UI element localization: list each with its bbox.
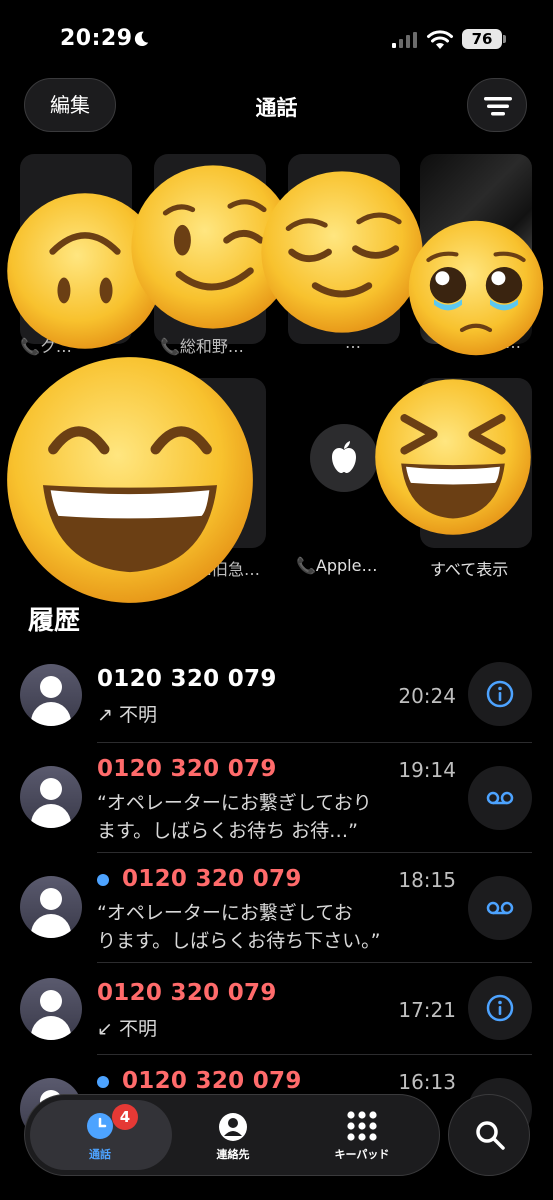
person-circle-icon — [219, 1113, 247, 1141]
missed-calls-badge: 4 — [112, 1104, 138, 1130]
row-divider — [97, 962, 532, 963]
moon-icon — [134, 31, 149, 47]
unread-dot — [97, 874, 109, 886]
call-number: 0120 320 079 — [97, 756, 277, 782]
call-time: 19:14 — [398, 758, 456, 782]
info-button[interactable] — [468, 976, 532, 1040]
history-title: 履歴 — [28, 606, 81, 636]
info-icon — [486, 994, 514, 1022]
call-number: 0120 320 079 — [97, 980, 277, 1006]
tab-keypad[interactable]: キーパッド — [322, 1146, 402, 1162]
grinning-squinting-face-emoji — [7, 357, 253, 603]
call-number: 0120 320 079 — [122, 866, 302, 892]
signal-icon — [392, 32, 417, 48]
call-row[interactable]: 0120 320 079 18:15 “オペレーターにお繋ぎしてお ります。しば… — [0, 862, 553, 962]
filter-menu-icon — [484, 97, 512, 116]
call-time: 16:13 — [398, 1070, 456, 1094]
phone-icon: 📞 — [296, 556, 316, 575]
voicemail-button[interactable] — [468, 876, 532, 940]
battery-tip — [503, 35, 506, 43]
keypad-icon — [347, 1111, 377, 1141]
wifi-icon — [427, 30, 453, 49]
call-row[interactable]: 0120 320 079 ↗ 不明 20:24 — [0, 660, 553, 740]
call-row[interactable]: 0120 320 079 19:14 “オペレーターにお繋ぎしており ます。しば… — [0, 752, 553, 852]
call-time: 18:15 — [398, 868, 456, 892]
battery-icon: 76 — [462, 29, 502, 49]
call-time: 17:21 — [398, 998, 456, 1022]
filter-menu-button[interactable] — [467, 78, 527, 132]
call-number: 0120 320 079 — [97, 666, 277, 692]
relieved-face-emoji — [261, 171, 423, 333]
call-time: 20:24 — [398, 684, 456, 708]
incoming-arrow-icon: ↙ — [97, 1018, 119, 1040]
voicemail-button[interactable] — [468, 766, 532, 830]
tab-calls[interactable]: 通話 — [60, 1146, 140, 1162]
avatar — [20, 978, 82, 1040]
call-row[interactable]: 0120 320 079 ↙ 不明 17:21 — [0, 972, 553, 1052]
avatar — [20, 664, 82, 726]
voicemail-transcript-line1: “オペレーターにお繋ぎしてお — [97, 902, 353, 924]
status-time: 20:29 — [60, 26, 133, 51]
favorite-label-apple: 📞Apple… — [296, 556, 378, 575]
voicemail-icon — [486, 791, 514, 805]
pleading-face-emoji — [408, 220, 544, 356]
avatar — [20, 876, 82, 938]
apple-logo-icon — [332, 441, 356, 473]
outgoing-arrow-icon: ↗ — [97, 704, 119, 726]
search-icon — [476, 1121, 505, 1150]
row-divider — [97, 852, 532, 853]
row-divider — [97, 742, 532, 743]
favorite-apple-avatar[interactable] — [310, 424, 378, 492]
voicemail-transcript-line1: “オペレーターにお繋ぎしており — [97, 792, 372, 814]
status-bar: 20:29 76 — [0, 26, 553, 58]
voicemail-transcript-line2: ります。しばらくお待ち下さい。” — [97, 930, 381, 952]
call-number: 0120 320 079 — [122, 1068, 302, 1094]
row-divider — [97, 1054, 532, 1055]
show-all-link[interactable]: すべて表示 — [430, 556, 508, 580]
search-button[interactable] — [448, 1094, 530, 1176]
clock-icon — [87, 1113, 113, 1139]
unread-dot — [97, 1076, 109, 1088]
call-detail: ↙ 不明 — [97, 1018, 157, 1040]
info-button[interactable] — [468, 662, 532, 726]
tab-contacts[interactable]: 連絡先 — [193, 1146, 273, 1162]
info-icon — [486, 680, 514, 708]
call-detail: ↗ 不明 — [97, 704, 157, 726]
avatar — [20, 766, 82, 828]
voicemail-icon — [486, 901, 514, 915]
laughing-squinting-face-emoji — [375, 379, 531, 535]
voicemail-transcript-line2: ます。しばらくお待ち お待…” — [97, 820, 358, 842]
